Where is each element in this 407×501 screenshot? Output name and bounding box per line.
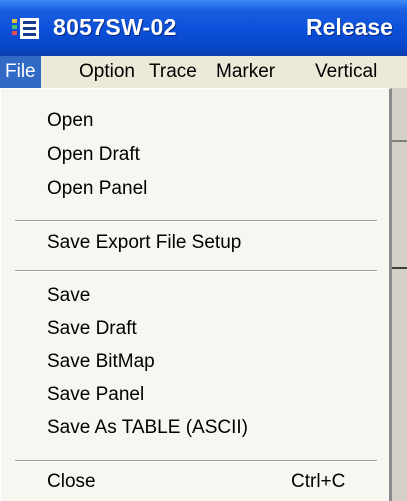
title-bar[interactable]: 8057SW-02 Release <box>0 0 407 56</box>
menu-item-save[interactable]: Save <box>1 280 390 312</box>
background-window-edge <box>392 88 407 501</box>
menu-item-save-panel[interactable]: Save Panel <box>1 379 390 411</box>
menu-item-save-export-file-setup[interactable]: Save Export File Setup <box>1 227 390 259</box>
background-divider <box>392 140 407 142</box>
menu-item-label: Save <box>47 285 91 306</box>
menu-item-label: Close <box>47 471 96 492</box>
menu-bar: File Option Trace Marker Vertical <box>0 56 407 88</box>
menu-marker[interactable]: Marker <box>211 56 280 88</box>
menu-option[interactable]: Option <box>74 56 140 88</box>
menu-item-open-panel[interactable]: Open Panel <box>1 173 390 205</box>
menu-item-label: Save Draft <box>47 318 137 339</box>
menu-item-open-draft[interactable]: Open Draft <box>1 139 390 171</box>
background-divider <box>392 267 407 269</box>
app-window-icon[interactable] <box>12 17 40 41</box>
menu-item-close[interactable]: Close Ctrl+C <box>1 466 390 498</box>
menu-item-label: Save BitMap <box>47 351 155 372</box>
menu-vertical[interactable]: Vertical <box>310 56 382 88</box>
menu-item-save-bitmap[interactable]: Save BitMap <box>1 346 390 378</box>
menu-separator <box>15 270 377 272</box>
menu-item-label: Open Draft <box>47 144 140 165</box>
menu-item-shortcut: Ctrl+C <box>291 471 346 492</box>
window-title: 8057SW-02 <box>53 14 177 40</box>
menu-item-label: Save As TABLE (ASCII) <box>47 417 248 438</box>
menu-item-save-draft[interactable]: Save Draft <box>1 313 390 345</box>
menu-item-label: Save Panel <box>47 384 145 405</box>
menu-item-open[interactable]: Open <box>1 105 390 137</box>
menu-separator <box>15 220 377 222</box>
window-title-suffix: Release <box>306 14 393 40</box>
menu-separator <box>15 460 377 462</box>
menu-item-label: Open Panel <box>47 178 148 199</box>
file-dropdown-menu: Open Open Draft Open Panel Save Export F… <box>0 88 392 501</box>
menu-trace[interactable]: Trace <box>144 56 202 88</box>
menu-item-label: Save Export File Setup <box>47 232 242 253</box>
menu-item-label: Open <box>47 110 94 131</box>
menu-file[interactable]: File <box>0 56 41 88</box>
menu-item-save-as-table-ascii[interactable]: Save As TABLE (ASCII) <box>1 412 390 444</box>
